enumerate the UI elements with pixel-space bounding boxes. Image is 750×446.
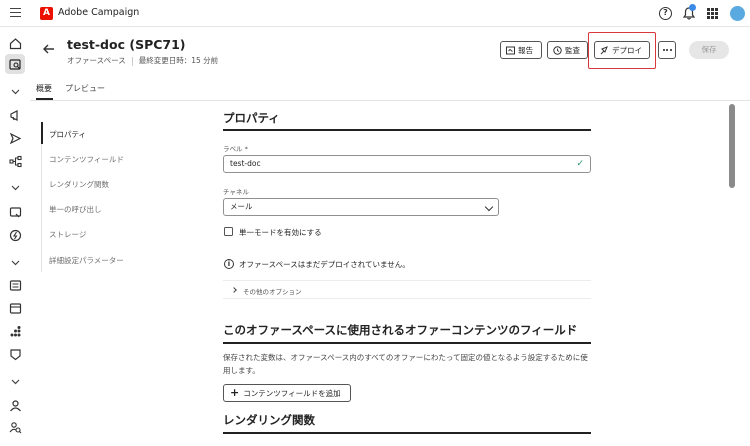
- nav-item-storage[interactable]: ストレージ: [49, 229, 86, 240]
- nav-item-advanced-params[interactable]: 詳細設定パラメーター: [49, 255, 124, 266]
- chevron-right-icon: [231, 287, 237, 293]
- channel-select[interactable]: メール: [223, 198, 499, 216]
- label-input[interactable]: test-doc ✓: [223, 155, 591, 173]
- report-label: 報告: [518, 45, 533, 55]
- reports-icon[interactable]: [7, 277, 23, 293]
- workflow-icon[interactable]: [7, 153, 23, 169]
- nav-item-single-call[interactable]: 単一の呼び出し: [49, 204, 102, 215]
- report-button[interactable]: 報告: [500, 41, 542, 59]
- divider: [131, 56, 133, 66]
- audience-icon[interactable]: [7, 323, 23, 339]
- search-people-icon[interactable]: [7, 419, 23, 435]
- chevron-down-icon[interactable]: [7, 179, 23, 195]
- rendering-heading: レンダリング関数: [223, 413, 315, 427]
- add-content-field-label: コンテンツフィールドを追加: [243, 388, 341, 398]
- page-title: test-doc (SPC71): [67, 37, 186, 52]
- audit-button[interactable]: 監査: [547, 41, 588, 59]
- subtitle-modified: 最終変更日時：15 分前: [138, 56, 219, 65]
- plus-icon: +: [230, 386, 240, 399]
- chevron-down-icon[interactable]: [7, 254, 23, 270]
- profile-icon[interactable]: [7, 397, 23, 413]
- report-icon: [506, 46, 515, 54]
- chevron-down-icon: [484, 202, 494, 212]
- chevron-down-icon[interactable]: [7, 373, 23, 389]
- subtitle-type: オファースペース: [67, 56, 126, 65]
- audit-label: 監査: [565, 45, 580, 55]
- tab-overview[interactable]: 概要: [36, 83, 52, 94]
- chevron-down-icon[interactable]: [7, 83, 23, 99]
- nav-item-properties[interactable]: プロパティ: [49, 129, 86, 140]
- checkmark-icon: ✓: [576, 159, 584, 169]
- divider: [30, 100, 750, 101]
- single-mode-label: 単一モードを有効にする: [239, 228, 322, 237]
- more-options-label: その他のオプション: [243, 288, 302, 296]
- channel-value: メール: [230, 202, 253, 211]
- top-bar: A Adobe Campaign ?: [0, 0, 750, 27]
- campaign-icon[interactable]: [7, 107, 23, 123]
- label-input-value: test-doc: [230, 159, 261, 168]
- info-icon: i: [224, 259, 234, 269]
- menu-icon[interactable]: [10, 8, 21, 18]
- nav-track: [41, 144, 42, 272]
- properties-heading: プロパティ: [223, 111, 280, 125]
- home-icon[interactable]: [7, 35, 23, 51]
- scrollbar[interactable]: [729, 102, 735, 446]
- history-icon: [553, 45, 562, 55]
- nav-item-content-fields[interactable]: コンテンツフィールド: [49, 154, 124, 165]
- channel-label: チャネル: [223, 188, 249, 196]
- content-fields-description: 保存された変数は、オファースペース内のすべてのオファーにわたって固定の値となるよ…: [223, 353, 588, 375]
- badge-icon[interactable]: [7, 346, 23, 362]
- section-rule: [223, 432, 591, 434]
- tab-preview[interactable]: プレビュー: [65, 83, 105, 94]
- app-title: Adobe Campaign: [58, 7, 140, 18]
- more-actions-button[interactable]: [658, 41, 676, 59]
- content-fields-heading: このオファースペースに使用されるオファーコンテンツのフィールド: [223, 323, 578, 337]
- scrollbar-thumb[interactable]: [729, 104, 735, 188]
- catalog-icon[interactable]: [7, 300, 23, 316]
- explorer-icon[interactable]: [5, 54, 25, 74]
- nav-item-rendering[interactable]: レンダリング関数: [49, 179, 109, 190]
- help-icon[interactable]: ?: [659, 7, 672, 20]
- page-subtitle: オファースペース 最終変更日時：15 分前: [67, 55, 218, 66]
- save-button[interactable]: 保存: [689, 41, 729, 59]
- deliveries-icon[interactable]: [7, 204, 23, 220]
- send-icon[interactable]: [7, 130, 23, 146]
- notification-badge: [689, 4, 696, 11]
- label-field-label: ラベル *: [223, 143, 248, 153]
- deploy-highlight: [588, 32, 656, 69]
- more-options-toggle[interactable]: その他のオプション: [223, 280, 591, 299]
- back-arrow-icon[interactable]: [42, 42, 56, 56]
- avatar[interactable]: [730, 6, 745, 21]
- required-marker: *: [244, 145, 248, 153]
- add-content-field-button[interactable]: + コンテンツフィールドを追加: [223, 384, 351, 402]
- offers-icon[interactable]: [7, 227, 23, 243]
- section-rule: [223, 129, 591, 131]
- single-mode-checkbox[interactable]: [224, 227, 233, 236]
- apps-grid-icon[interactable]: [707, 8, 718, 19]
- adobe-logo-icon: A: [40, 7, 53, 20]
- label-field-text: ラベル: [223, 145, 243, 153]
- nav-active-indicator: [41, 122, 43, 144]
- left-rail: [0, 27, 30, 446]
- section-rule: [223, 342, 591, 344]
- deploy-status-text: オファースペースはまだデプロイされていません。: [239, 260, 410, 269]
